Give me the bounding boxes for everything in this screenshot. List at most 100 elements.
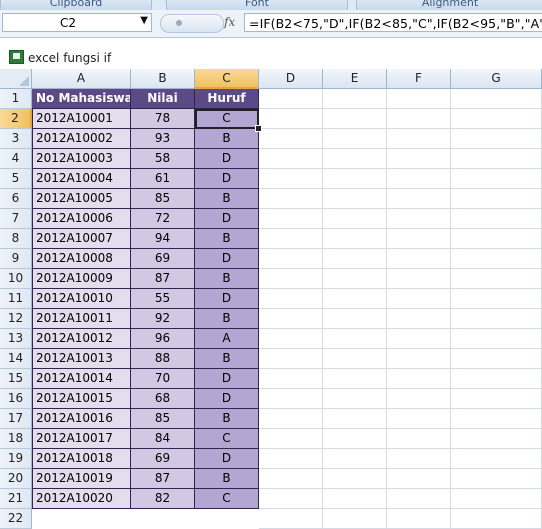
column-header-b[interactable]: B [131, 69, 195, 89]
empty-cell[interactable] [387, 109, 451, 129]
empty-cell[interactable] [387, 389, 451, 409]
empty-cell[interactable] [259, 469, 323, 489]
empty-cell[interactable] [259, 509, 323, 529]
student-id-cell[interactable]: 2012A10020 [32, 489, 131, 509]
empty-cell[interactable] [451, 129, 542, 149]
grade-cell[interactable]: D [195, 149, 259, 169]
student-id-cell[interactable]: 2012A10012 [32, 329, 131, 349]
empty-cell[interactable] [259, 149, 323, 169]
chevron-down-icon[interactable]: ▼ [140, 15, 148, 26]
empty-cell[interactable] [323, 269, 387, 289]
grade-cell[interactable]: D [195, 449, 259, 469]
row-header-9[interactable]: 9 [0, 249, 32, 269]
row-header-6[interactable]: 6 [0, 189, 32, 209]
empty-cell[interactable] [259, 289, 323, 309]
column-header-d[interactable]: D [259, 69, 323, 89]
column-header-c[interactable]: C [195, 69, 259, 89]
empty-cell[interactable] [259, 169, 323, 189]
empty-cell[interactable] [259, 389, 323, 409]
student-id-cell[interactable]: 2012A10006 [32, 209, 131, 229]
empty-cell[interactable] [387, 129, 451, 149]
empty-cell[interactable] [259, 89, 323, 109]
score-cell[interactable]: 85 [131, 409, 195, 429]
empty-cell[interactable] [387, 229, 451, 249]
empty-cell[interactable] [387, 409, 451, 429]
empty-cell[interactable] [323, 289, 387, 309]
table-header-cell[interactable]: No Mahasiswa [32, 89, 131, 109]
row-header-12[interactable]: 12 [0, 309, 32, 329]
empty-cell[interactable] [259, 349, 323, 369]
empty-cell[interactable] [387, 269, 451, 289]
select-all-button[interactable] [0, 69, 32, 89]
row-header-17[interactable]: 17 [0, 409, 32, 429]
insert-function-icon[interactable]: fx [224, 15, 235, 29]
excel-workbook-icon[interactable] [9, 50, 24, 64]
student-id-cell[interactable]: 2012A10018 [32, 449, 131, 469]
student-id-cell[interactable]: 2012A10001 [32, 109, 131, 129]
empty-cell[interactable] [451, 429, 542, 449]
score-cell[interactable]: 88 [131, 349, 195, 369]
student-id-cell[interactable]: 2012A10011 [32, 309, 131, 329]
empty-cell[interactable] [259, 189, 323, 209]
empty-cell[interactable] [387, 189, 451, 209]
grade-cell[interactable]: D [195, 209, 259, 229]
empty-cell[interactable] [259, 269, 323, 289]
empty-cell[interactable] [323, 389, 387, 409]
score-cell[interactable]: 58 [131, 149, 195, 169]
empty-cell[interactable] [451, 369, 542, 389]
column-header-a[interactable]: A [32, 69, 131, 89]
row-header-4[interactable]: 4 [0, 149, 32, 169]
row-header-8[interactable]: 8 [0, 229, 32, 249]
score-cell[interactable]: 68 [131, 389, 195, 409]
student-id-cell[interactable]: 2012A10007 [32, 229, 131, 249]
grade-cell[interactable]: D [195, 169, 259, 189]
grade-cell[interactable]: C [195, 489, 259, 509]
empty-cell[interactable] [259, 249, 323, 269]
empty-cell[interactable] [451, 269, 542, 289]
empty-cell[interactable] [387, 469, 451, 489]
student-id-cell[interactable]: 2012A10004 [32, 169, 131, 189]
empty-cell[interactable] [259, 209, 323, 229]
empty-cell[interactable] [323, 469, 387, 489]
row-header-22[interactable]: 22 [0, 509, 32, 529]
grade-cell[interactable]: B [195, 409, 259, 429]
score-cell[interactable]: 69 [131, 449, 195, 469]
empty-cell[interactable] [451, 509, 542, 529]
table-header-cell[interactable]: Huruf [195, 89, 259, 109]
ribbon-group-font[interactable]: Font [166, 0, 348, 10]
row-header-13[interactable]: 13 [0, 329, 32, 349]
empty-cell[interactable] [451, 389, 542, 409]
empty-cell[interactable] [259, 329, 323, 349]
fill-handle[interactable] [255, 125, 262, 132]
score-cell[interactable]: 87 [131, 469, 195, 489]
row-header-2[interactable]: 2 [0, 109, 32, 129]
row-header-19[interactable]: 19 [0, 449, 32, 469]
score-cell[interactable]: 55 [131, 289, 195, 309]
empty-cell[interactable] [387, 309, 451, 329]
empty-cell[interactable] [451, 169, 542, 189]
empty-cell[interactable] [451, 409, 542, 429]
empty-cell[interactable] [323, 449, 387, 469]
score-cell[interactable]: 93 [131, 129, 195, 149]
formula-text[interactable]: =IF(B2<75,"D",IF(B2<85,"C",IF(B2<95,"B",… [249, 16, 542, 31]
empty-cell[interactable] [323, 249, 387, 269]
empty-cell[interactable] [451, 329, 542, 349]
row-header-20[interactable]: 20 [0, 469, 32, 489]
grade-cell[interactable]: B [195, 309, 259, 329]
empty-cell[interactable] [451, 229, 542, 249]
row-header-18[interactable]: 18 [0, 429, 32, 449]
empty-cell[interactable] [451, 109, 542, 129]
grade-cell[interactable]: B [195, 349, 259, 369]
column-header-e[interactable]: E [323, 69, 387, 89]
student-id-cell[interactable]: 2012A10010 [32, 289, 131, 309]
name-box[interactable]: C2 ▼ [2, 13, 152, 32]
student-id-cell[interactable]: 2012A10016 [32, 409, 131, 429]
grade-cell[interactable]: D [195, 389, 259, 409]
empty-cell[interactable] [323, 169, 387, 189]
column-header-g[interactable]: G [451, 69, 542, 89]
empty-cell[interactable] [323, 329, 387, 349]
empty-cell[interactable] [387, 369, 451, 389]
grade-cell[interactable]: B [195, 269, 259, 289]
empty-cell[interactable] [323, 349, 387, 369]
empty-cell[interactable] [259, 429, 323, 449]
